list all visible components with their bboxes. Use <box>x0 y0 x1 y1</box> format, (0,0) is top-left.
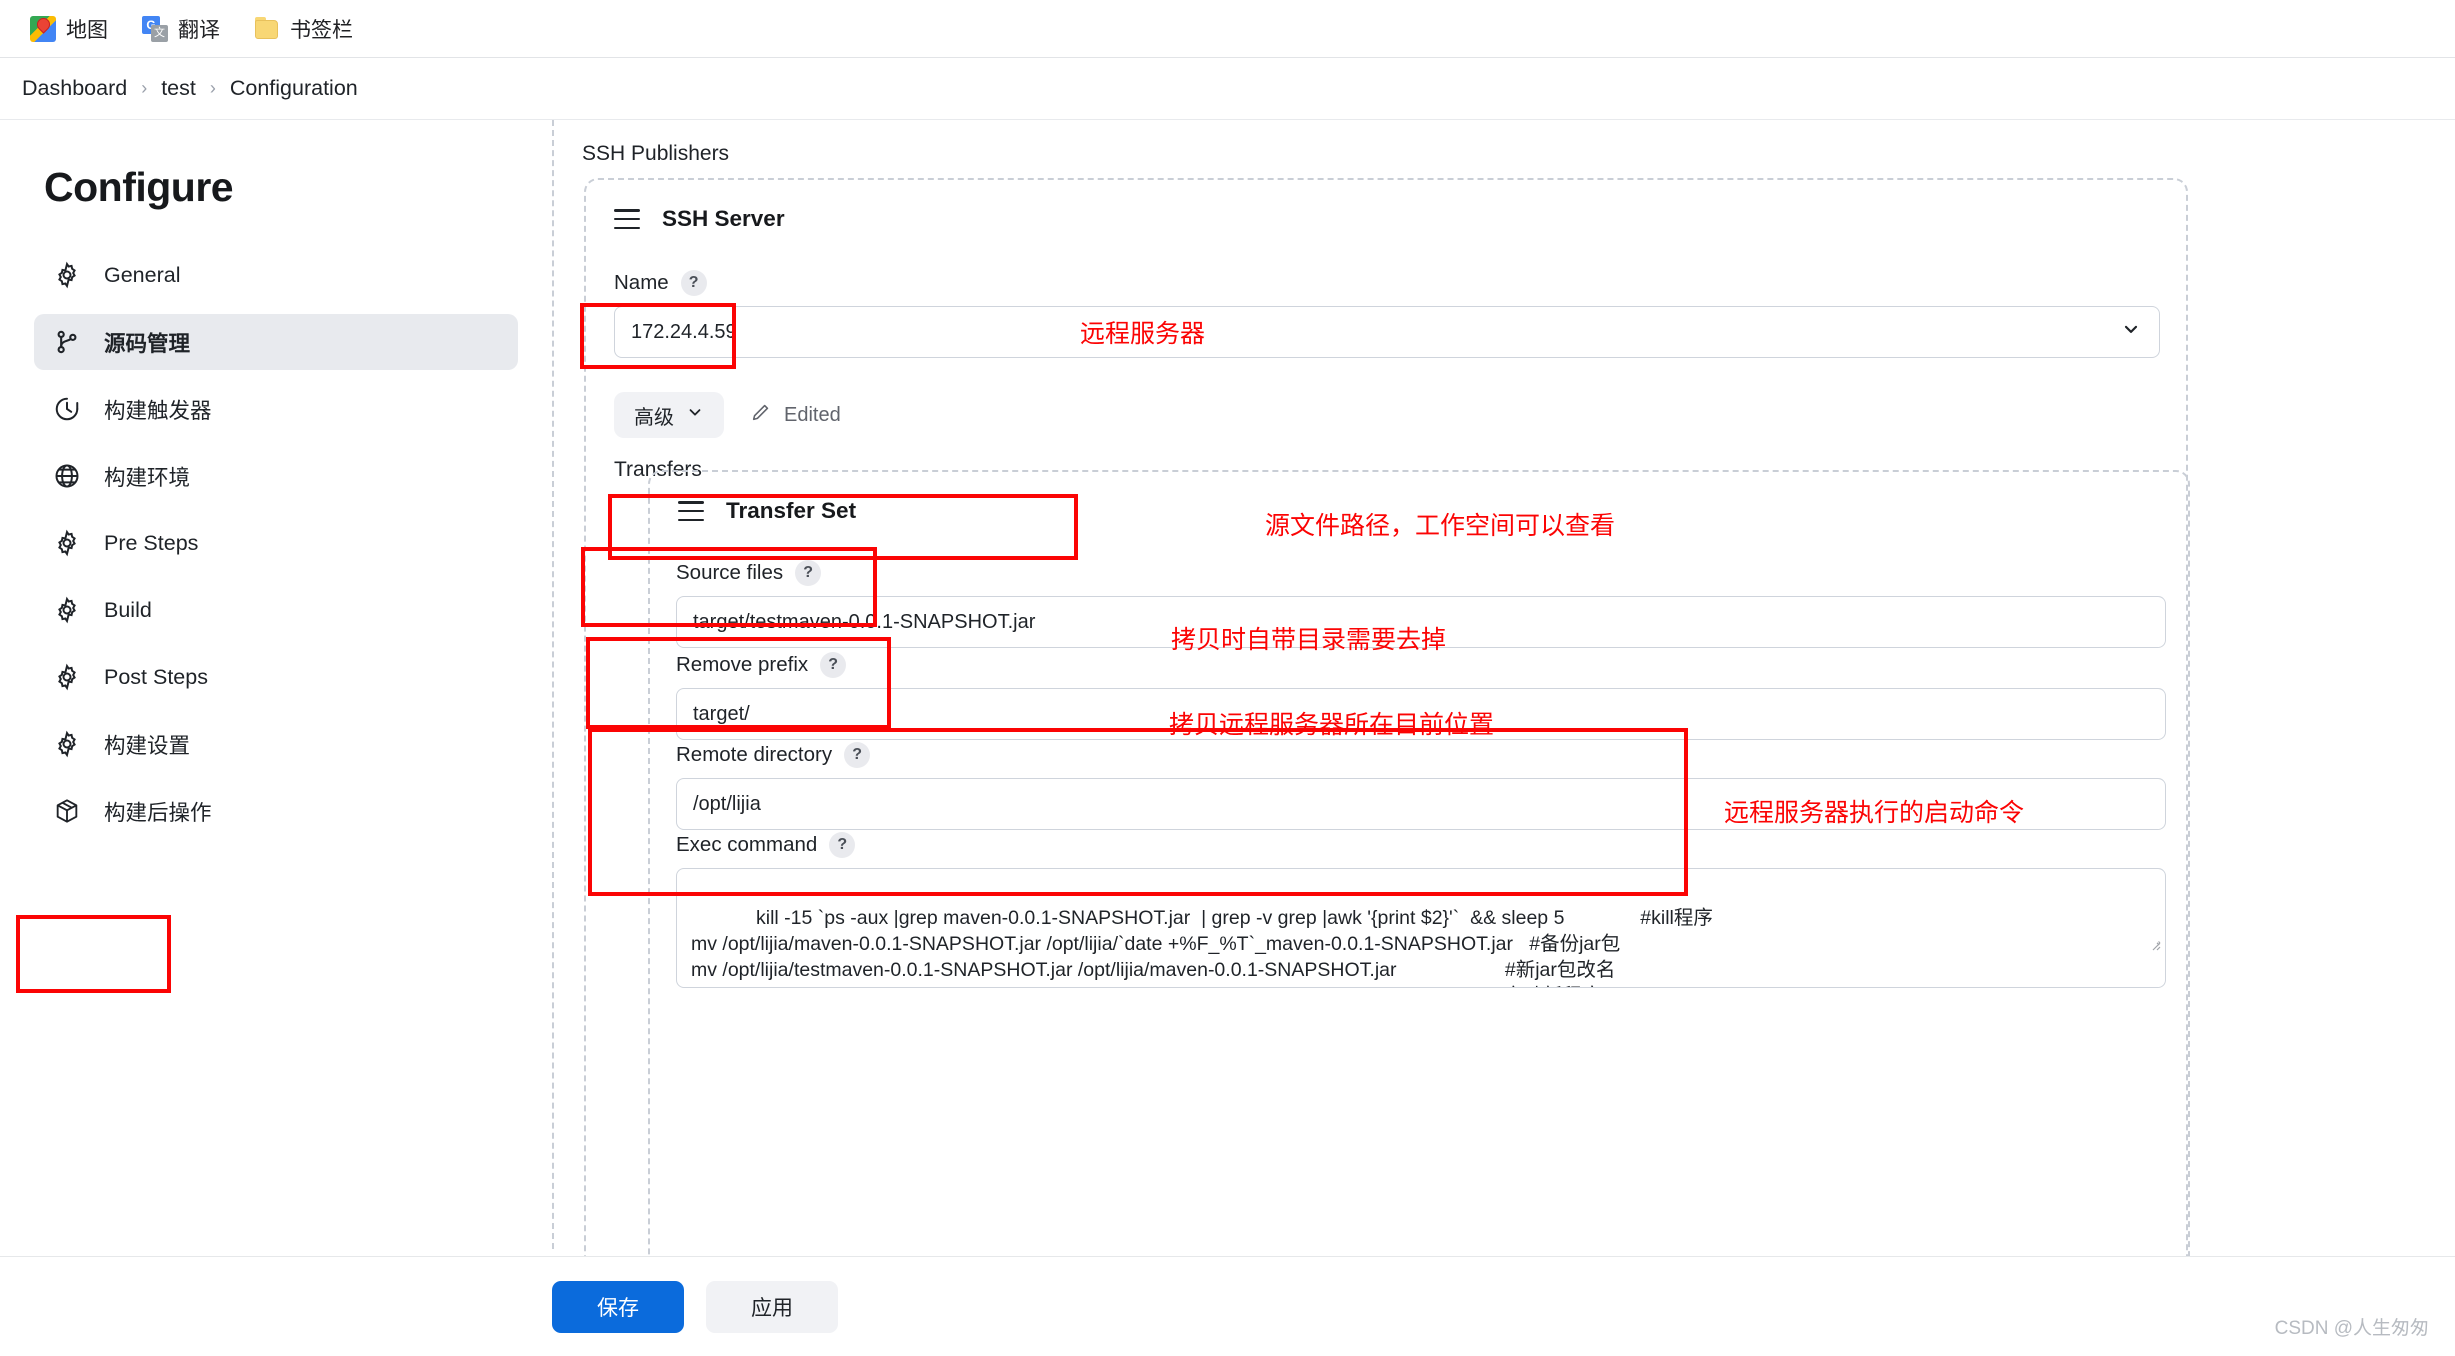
sidebar-item-general[interactable]: General <box>34 247 518 303</box>
bookmark-folder[interactable]: 书签栏 <box>254 14 353 44</box>
bookmark-maps[interactable]: 地图 <box>30 14 108 44</box>
chevron-down-icon <box>2121 319 2141 345</box>
annotation-text-source-path: 源文件路径，工作空间可以查看 <box>1265 512 1616 540</box>
name-label: Name <box>614 271 669 294</box>
help-icon[interactable]: ? <box>829 832 856 858</box>
ssh-server-panel-title: SSH Server <box>662 206 785 231</box>
folder-icon <box>254 16 280 42</box>
transfer-set-panel-title: Transfer Set <box>726 498 857 523</box>
remove-prefix-value: target/ <box>693 702 750 725</box>
translate-icon: G文 <box>142 15 168 42</box>
ssh-server-name-select[interactable]: 172.24.4.59 <box>614 306 2160 358</box>
bookmark-label: 书签栏 <box>290 18 353 42</box>
sidebar-item-label: Post Steps <box>104 664 208 689</box>
sidebar-item-label: Build <box>104 597 152 622</box>
annotation-text-remote-server: 远程服务器 <box>1080 320 1206 348</box>
gear-icon <box>52 729 82 759</box>
maps-icon <box>30 15 56 42</box>
gear-icon <box>52 528 82 558</box>
globe-icon <box>52 461 82 491</box>
help-icon[interactable]: ? <box>820 652 847 678</box>
advanced-button[interactable]: 高级 <box>614 392 724 438</box>
sidebar-item-label: General <box>104 262 181 287</box>
advanced-button-label: 高级 <box>634 406 674 429</box>
sidebar-item-build[interactable]: Build <box>34 582 518 638</box>
form-action-bar: 保存 应用 <box>0 1256 2455 1356</box>
breadcrumb-item-dashboard[interactable]: Dashboard <box>22 76 127 101</box>
pencil-icon <box>750 401 772 429</box>
exec-command-textarea[interactable]: kill -15 `ps -aux |grep maven-0.0.1-SNAP… <box>676 868 2166 988</box>
save-button[interactable]: 保存 <box>552 1280 684 1333</box>
watermark: CSDN @人生匆匆 <box>2274 1318 2429 1339</box>
exec-command-label: Exec command <box>676 833 818 856</box>
help-icon[interactable]: ? <box>680 270 707 296</box>
sidebar-item-label: 构建设置 <box>104 733 191 758</box>
package-icon <box>52 796 82 826</box>
clock-icon <box>52 394 82 424</box>
sidebar-item-label: 构建环境 <box>104 465 191 490</box>
chevron-right-icon: › <box>141 78 148 98</box>
ssh-server-name-value: 172.24.4.59 <box>631 320 737 343</box>
sidebar-item-label: 构建后操作 <box>104 800 212 825</box>
breadcrumb: Dashboard › test › Configuration <box>0 58 2455 120</box>
source-files-value: target/testmaven-0.0.1-SNAPSHOT.jar <box>693 610 1036 633</box>
remote-directory-label: Remote directory <box>676 743 833 766</box>
transfer-set-panel: Transfer Set Source files ? target/testm… <box>648 470 2190 1356</box>
drag-handle-icon[interactable] <box>678 501 704 521</box>
breadcrumb-item-configuration[interactable]: Configuration <box>230 76 358 101</box>
annotation-text-remove-dir: 拷贝时自带目录需要去掉 <box>1171 626 1447 654</box>
source-branch-icon <box>52 327 82 357</box>
bookmark-translate[interactable]: G文 翻译 <box>142 14 220 44</box>
browser-bookmarks-bar: 地图 G文 翻译 书签栏 <box>0 0 2455 58</box>
gear-icon <box>52 595 82 625</box>
apply-button[interactable]: 应用 <box>706 1280 838 1333</box>
annotation-text-startup-command: 远程服务器执行的启动命令 <box>1724 799 2025 827</box>
exec-command-value: kill -15 `ps -aux |grep maven-0.0.1-SNAP… <box>691 907 1713 987</box>
resize-handle-icon[interactable] <box>2070 907 2162 985</box>
name-field-group: Name ? 172.24.4.59 <box>614 270 2160 358</box>
sidebar-item-build-environment[interactable]: 构建环境 <box>34 448 518 504</box>
edited-status: Edited <box>750 401 841 429</box>
source-files-label: Source files <box>676 561 784 584</box>
page-body: Configure General 源码管理 构建触发器 构建环境 Pre St… <box>0 120 2455 1356</box>
sidebar-item-label: 构建触发器 <box>104 398 212 423</box>
ssh-server-panel-header: SSH Server <box>586 180 2186 232</box>
annotation-box-post-build-actions <box>16 915 171 993</box>
sidebar-item-source-management[interactable]: 源码管理 <box>34 314 518 370</box>
sidebar-item-build-settings[interactable]: 构建设置 <box>34 716 518 772</box>
source-files-label-row: Source files ? <box>676 560 2166 586</box>
chevron-right-icon: › <box>209 78 216 98</box>
exec-command-field-group: Exec command ? kill -15 `ps -aux |grep m… <box>676 832 2166 988</box>
name-label-row: Name ? <box>614 270 2160 296</box>
remote-directory-value: /opt/lijia <box>693 792 761 815</box>
configuration-content: SSH Publishers SSH Server Name ? 172.24.… <box>552 120 2455 1356</box>
configure-sidebar: Configure General 源码管理 构建触发器 构建环境 Pre St… <box>0 120 552 1356</box>
chevron-down-icon <box>686 403 704 427</box>
help-icon[interactable]: ? <box>844 742 871 768</box>
page-title: Configure <box>44 164 234 210</box>
remove-prefix-label: Remove prefix <box>676 653 809 676</box>
sidebar-item-build-triggers[interactable]: 构建触发器 <box>34 381 518 437</box>
help-icon[interactable]: ? <box>795 560 822 586</box>
bookmark-label: 地图 <box>66 18 108 42</box>
drag-handle-icon[interactable] <box>614 209 640 229</box>
breadcrumb-item-test[interactable]: test <box>161 76 196 101</box>
sidebar-item-label: 源码管理 <box>104 331 191 356</box>
exec-command-label-row: Exec command ? <box>676 832 2166 858</box>
gear-icon <box>52 260 82 290</box>
advanced-row: 高级 Edited <box>614 392 841 438</box>
edited-label: Edited <box>784 403 841 426</box>
gear-icon <box>52 662 82 692</box>
ssh-server-panel: SSH Server Name ? 172.24.4.59 高级 Edited … <box>584 178 2190 1356</box>
remote-directory-label-row: Remote directory ? <box>676 742 2166 768</box>
sidebar-item-post-steps[interactable]: Post Steps <box>34 649 518 705</box>
sidebar-item-label: Pre Steps <box>104 530 199 555</box>
sidebar-item-pre-steps[interactable]: Pre Steps <box>34 515 518 571</box>
bookmark-label: 翻译 <box>178 18 220 42</box>
annotation-text-remote-location: 拷贝远程服务器所在目前位置 <box>1169 711 1495 739</box>
sidebar-item-post-build-actions[interactable]: 构建后操作 <box>34 783 518 839</box>
ssh-publishers-title: SSH Publishers <box>582 142 730 165</box>
